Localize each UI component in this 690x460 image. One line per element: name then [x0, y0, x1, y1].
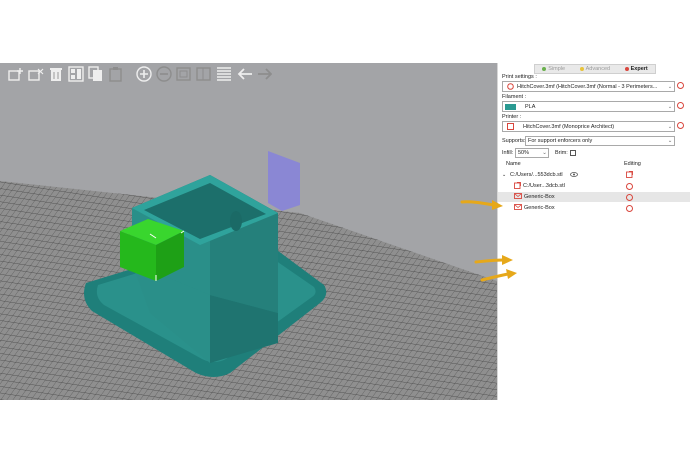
annotation-arrow — [480, 269, 517, 282]
split-parts-icon[interactable] — [196, 66, 212, 82]
print-settings-combo[interactable]: HitchCover.3mf (HitchCover.3mf (Normal -… — [502, 81, 675, 92]
arrange-icon[interactable] — [68, 66, 84, 82]
remove-instance-icon[interactable] — [156, 66, 172, 82]
split-objects-icon[interactable] — [176, 66, 192, 82]
chevron-down-icon: ⌄ — [667, 103, 673, 110]
mode-simple[interactable]: Simple — [542, 66, 565, 72]
supports-combo[interactable]: For support enforcers only ⌄ — [525, 136, 675, 146]
mode-advanced[interactable]: Advanced — [579, 66, 610, 72]
edit-part-icon[interactable] — [626, 204, 633, 212]
delete-icon[interactable] — [28, 66, 44, 82]
3d-scene[interactable] — [0, 63, 497, 400]
mode-tabs: Simple Advanced Expert — [534, 64, 656, 74]
filament-label: Filament : — [502, 94, 527, 100]
printer-combo[interactable]: HitchCover.3mf (Monoprice Architect) ⌄ — [502, 121, 675, 132]
printer-edit-button[interactable] — [677, 122, 684, 129]
expert-dot-icon — [624, 67, 629, 71]
slicer-app-window: Simple Advanced Expert Print settings : … — [0, 63, 690, 400]
edit-part-icon[interactable] — [626, 182, 633, 190]
infill-label: Infill: — [502, 150, 514, 156]
advanced-dot-icon — [579, 67, 584, 71]
object-row[interactable]: C:/User...3dcb.stl — [498, 181, 690, 191]
undo-icon[interactable] — [236, 66, 252, 82]
support-enforcer-icon — [514, 204, 522, 212]
paste-icon[interactable] — [108, 66, 124, 82]
add-instance-icon[interactable] — [136, 66, 152, 82]
delete-all-icon[interactable] — [48, 66, 64, 82]
filament-edit-button[interactable] — [677, 102, 684, 109]
redo-icon[interactable] — [256, 66, 272, 82]
object-list-header: Name Editing — [498, 159, 690, 168]
filament-color-swatch — [503, 103, 517, 110]
print-settings-edit-button[interactable] — [677, 82, 684, 89]
object-row[interactable]: Generic-Box — [498, 203, 690, 213]
layers-editing-icon[interactable] — [216, 66, 232, 82]
edit-part-icon[interactable] — [626, 193, 633, 201]
supports-label: Supports: — [502, 138, 526, 144]
brim-checkbox[interactable] — [570, 150, 576, 156]
edit-object-icon[interactable] — [626, 170, 633, 180]
filament-combo[interactable]: PLA ⌄ — [502, 101, 675, 112]
3d-viewport[interactable] — [0, 63, 497, 400]
printer-icon — [503, 123, 517, 130]
printer-label: Printer : — [502, 114, 522, 120]
settings-icon — [503, 83, 517, 90]
brim-label: Brim: — [555, 150, 568, 156]
mode-expert[interactable]: Expert — [624, 66, 648, 72]
chevron-down-icon: ⌄ — [667, 138, 673, 144]
chevron-down-icon: ⌄ — [667, 83, 673, 90]
infill-combo[interactable]: 50% ⌄ — [515, 148, 549, 158]
annotation-arrow — [460, 200, 503, 210]
add-icon[interactable] — [8, 66, 24, 82]
simple-dot-icon — [542, 67, 547, 71]
print-settings-label: Print settings : — [502, 74, 537, 80]
annotation-arrow — [474, 255, 513, 265]
column-editing: Editing — [624, 161, 641, 167]
chevron-down-icon: ⌄ — [542, 150, 547, 156]
main-toolbar — [8, 63, 272, 85]
expand-icon[interactable]: ⌄ — [502, 172, 506, 178]
support-enforcer-icon — [514, 193, 522, 201]
column-name: Name — [506, 161, 521, 167]
chevron-down-icon: ⌄ — [667, 123, 673, 130]
tower-hole — [230, 211, 242, 231]
copy-icon[interactable] — [88, 66, 104, 82]
eye-icon[interactable] — [570, 171, 578, 179]
settings-sidebar: Simple Advanced Expert Print settings : … — [497, 63, 690, 400]
object-row-selected[interactable]: Generic-Box — [498, 192, 690, 202]
part-icon — [514, 181, 521, 191]
object-row[interactable]: ⌄ C:/Users/...553dcb.stl — [498, 170, 690, 180]
